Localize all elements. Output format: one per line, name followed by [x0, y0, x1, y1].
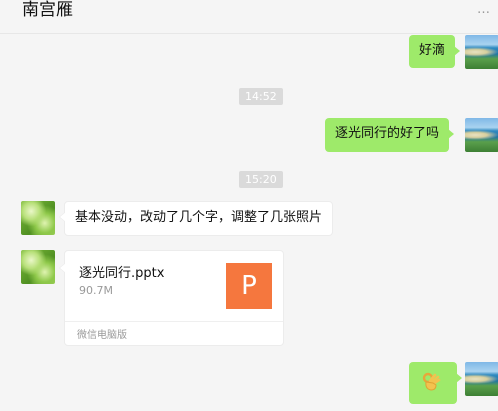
message-text: 逐光同行的好了吗 — [335, 126, 440, 141]
contact-avatar[interactable] — [21, 201, 55, 235]
timestamp: 14:52 — [239, 88, 283, 105]
message-bubble-other[interactable]: 基本没动，改动了几个字，调整了几张照片 — [58, 201, 334, 236]
my-avatar[interactable] — [465, 362, 498, 396]
file-name: 逐光同行.pptx — [79, 266, 165, 281]
message-text: 基本没动，改动了几个字，调整了几张照片 — [75, 210, 323, 225]
powerpoint-file-icon: P — [226, 263, 272, 309]
file-source-label: 微信电脑版 — [77, 330, 127, 341]
timestamp: 15:20 — [239, 171, 283, 188]
chat-title[interactable]: 南宫雁 — [22, 0, 73, 22]
message-bubble-me[interactable]: 逐光同行的好了吗 — [325, 118, 455, 152]
file-size: 90.7M — [79, 284, 113, 297]
ok-hand-icon — [422, 372, 441, 391]
my-avatar[interactable] — [465, 35, 498, 69]
message-bubble-me[interactable]: 好滴 — [409, 35, 461, 68]
my-avatar[interactable] — [465, 118, 498, 152]
file-message-card[interactable]: 逐光同行.pptx 90.7M P 微信电脑版 — [59, 250, 284, 346]
ellipsis-icon[interactable]: … — [477, 2, 490, 17]
chat-header: 南宫雁 … — [0, 0, 498, 34]
contact-avatar[interactable] — [21, 250, 55, 284]
message-text: 好滴 — [419, 43, 446, 58]
divider — [65, 321, 283, 322]
message-bubble-me[interactable] — [409, 362, 462, 404]
